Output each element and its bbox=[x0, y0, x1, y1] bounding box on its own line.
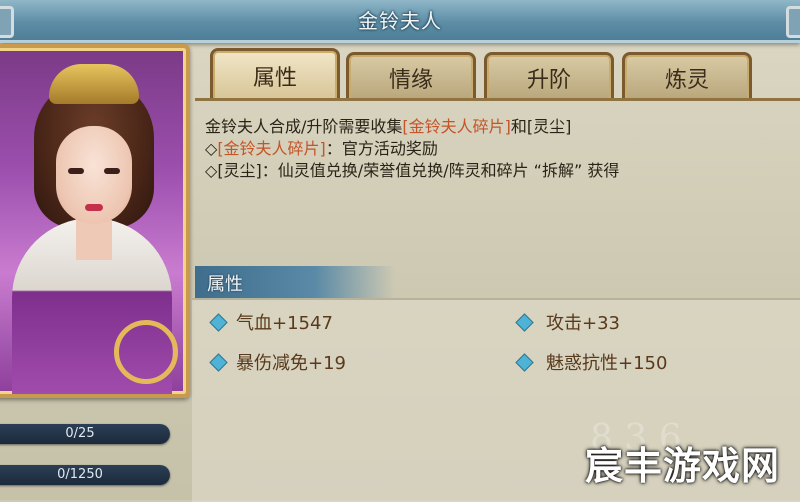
bullet-icon: ◇ bbox=[205, 161, 218, 180]
fragment-progress-text: 0/25 bbox=[65, 426, 95, 441]
tab-fate[interactable]: 情缘 bbox=[346, 52, 476, 101]
title-bar-right-ornament bbox=[786, 6, 800, 38]
info-line-3: ◇[灵尘]：仙灵值兑换/荣誉值兑换/阵灵和碎片 “拆解” 获得 bbox=[205, 160, 619, 182]
attr-charm-resist: 魅惑抗性+150 bbox=[546, 353, 668, 374]
character-portrait bbox=[0, 44, 190, 398]
info-line-2: ◇[金铃夫人碎片]：官方活动奖励 bbox=[205, 138, 619, 160]
fragment-item-link: [金铃夫人碎片] bbox=[402, 117, 511, 136]
dust-progress-text: 0/1250 bbox=[57, 467, 103, 482]
portrait-eye-left bbox=[68, 168, 84, 174]
attr-hp: 气血+1547 bbox=[236, 313, 333, 334]
attr-attack: 攻击+33 bbox=[546, 313, 620, 334]
attr-crit-reduction: 暴伤减免+19 bbox=[236, 353, 346, 374]
tab-upgrade[interactable]: 升阶 bbox=[484, 52, 614, 101]
attributes-header: 属性 bbox=[195, 266, 395, 298]
fragment-source-label: [金铃夫人碎片] bbox=[217, 139, 326, 158]
portrait-neck bbox=[76, 220, 112, 260]
title-bar: 金铃夫人 bbox=[0, 0, 800, 43]
portrait-crown bbox=[49, 64, 139, 104]
portrait-eye-right bbox=[104, 168, 120, 174]
window-title: 金铃夫人 bbox=[358, 9, 442, 33]
game-window: 金铃夫人 属性 情缘 升阶 炼灵 金铃夫人合成/升阶需要收集[金铃夫人碎片]和[… bbox=[0, 0, 800, 502]
tab-attributes[interactable]: 属性 bbox=[210, 48, 340, 101]
info-line-1-prefix: 金铃夫人合成/升阶需要收集 bbox=[205, 117, 403, 136]
bullet-icon: ◇ bbox=[205, 139, 218, 158]
site-watermark: 宸丰游戏网 bbox=[584, 444, 780, 488]
info-line-1: 金铃夫人合成/升阶需要收集[金铃夫人碎片]和[灵尘] bbox=[205, 116, 619, 138]
dust-item-link: [灵尘] bbox=[526, 117, 572, 136]
portrait-ornament bbox=[114, 320, 178, 384]
info-line-1-mid: 和 bbox=[510, 117, 527, 136]
dust-source-text: [灵尘]：仙灵值兑换/荣誉值兑换/阵灵和碎片 “拆解” 获得 bbox=[217, 161, 620, 180]
attributes-header-label: 属性 bbox=[207, 274, 243, 295]
info-text: 金铃夫人合成/升阶需要收集[金铃夫人碎片]和[灵尘] ◇[金铃夫人碎片]：官方活… bbox=[205, 116, 619, 182]
tab-divider bbox=[195, 98, 800, 101]
tab-refine[interactable]: 炼灵 bbox=[622, 52, 752, 101]
dust-progress-bar: 0/1250 bbox=[0, 465, 170, 485]
fragment-source-text: ：官方活动奖励 bbox=[325, 139, 438, 158]
fragment-progress-bar: 0/25 bbox=[0, 424, 170, 444]
portrait-lips bbox=[85, 204, 103, 211]
